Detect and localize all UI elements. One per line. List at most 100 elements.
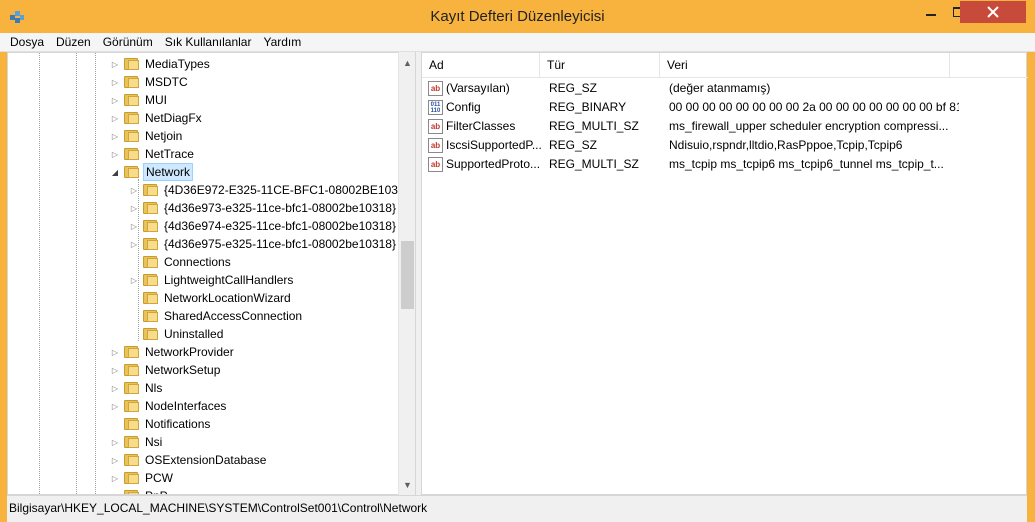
tree-scrollbar[interactable]: ▲ ▼ — [398, 52, 415, 495]
expand-arrow-icon[interactable]: ▷ — [109, 55, 121, 73]
tree-item[interactable]: ▷ NodeInterfaces — [109, 397, 228, 415]
value-data: 00 00 00 00 00 00 00 00 2a 00 00 00 00 0… — [669, 100, 959, 114]
expand-arrow-icon[interactable]: ▷ — [109, 397, 121, 415]
list-item[interactable]: 011 110 Config REG_BINARY 00 00 00 00 00 00 … — [422, 98, 1028, 117]
tree-item[interactable]: ▷ {4d36e975-e325-11ce-bfc1-08002be10318} — [128, 235, 398, 253]
expand-arrow-icon[interactable]: ▷ — [109, 91, 121, 109]
expand-arrow-icon[interactable]: ▷ — [109, 343, 121, 361]
expand-arrow-icon[interactable]: ▷ — [109, 469, 121, 487]
tree-item[interactable]: ◢ Network — [109, 163, 194, 181]
string-value-icon: ab — [428, 119, 443, 134]
tree-item[interactable]: ▷ NetDiagFx — [109, 109, 204, 127]
tree-item[interactable]: ▷ LightweightCallHandlers — [128, 271, 295, 289]
list-item[interactable]: ab FilterClasses REG_MULTI_SZ ms_firewall_u… — [422, 117, 1028, 136]
tree-item-label: Nsi — [145, 435, 163, 449]
expand-arrow-icon[interactable]: ▷ — [109, 127, 121, 145]
tree-item-label: OSExtensionDatabase — [145, 453, 267, 467]
expand-arrow-icon[interactable]: ▷ — [109, 145, 121, 163]
expand-arrow-icon[interactable]: ▷ — [128, 217, 140, 235]
tree-item[interactable]: ▷ Netjoin — [109, 127, 184, 145]
tree-item[interactable]: ▷ PCW — [109, 469, 175, 487]
column-header-type[interactable]: Tür — [540, 53, 660, 78]
value-name: IscsiSupportedP... — [446, 138, 542, 152]
list-item[interactable]: ab SupportedProto... REG_MULTI_SZ ms_tcpip … — [422, 155, 1028, 174]
string-value-icon: ab — [428, 157, 443, 172]
folder-icon — [124, 57, 140, 71]
expand-arrow-icon[interactable]: ▷ — [128, 181, 140, 199]
tree-item[interactable]: Uninstalled — [128, 325, 225, 343]
expand-arrow-icon[interactable]: ▷ — [109, 451, 121, 469]
folder-icon — [143, 219, 159, 233]
folder-icon — [143, 255, 159, 269]
expander-placeholder — [109, 415, 121, 433]
expand-arrow-icon[interactable]: ▷ — [128, 271, 140, 289]
tree-item-label: PCW — [145, 471, 173, 485]
tree-item[interactable]: Notifications — [109, 415, 212, 433]
column-header-data[interactable]: Veri — [660, 53, 950, 78]
close-button[interactable] — [960, 1, 1026, 23]
value-name: (Varsayılan) — [446, 81, 510, 95]
tree-item[interactable]: ▷ MUI — [109, 91, 169, 109]
tree-item-label: SharedAccessConnection — [164, 309, 303, 323]
tree-item[interactable]: ▷ MSDTC — [109, 73, 190, 91]
folder-icon — [124, 129, 140, 143]
expand-arrow-icon[interactable]: ▷ — [109, 433, 121, 451]
scrollbar-thumb[interactable] — [401, 241, 414, 309]
expand-arrow-icon[interactable]: ▷ — [109, 73, 121, 91]
value-type: REG_SZ — [549, 138, 598, 152]
folder-icon — [124, 111, 140, 125]
column-header-name[interactable]: Ad — [422, 53, 540, 78]
tree-item[interactable]: ▷ Nsi — [109, 433, 164, 451]
value-data: ms_tcpip ms_tcpip6 ms_tcpip6_tunnel ms_t… — [669, 157, 944, 171]
registry-key-tree[interactable]: ▷ MediaTypes ▷ MSDTC ▷ MUI ▷ NetDiagFx ▷ Netjoin ▷… — [7, 52, 416, 495]
tree-guide-line — [39, 53, 40, 494]
registry-values-list[interactable]: Ad Tür Veri ab (Varsayılan) REG_SZ (değer a… — [421, 52, 1028, 495]
folder-icon — [143, 201, 159, 215]
folder-icon — [143, 183, 159, 197]
list-item[interactable]: ab IscsiSupportedP... REG_SZ Ndisuio,rspndr… — [422, 136, 1028, 155]
tree-item[interactable]: Connections — [128, 253, 233, 271]
folder-icon — [143, 291, 159, 305]
tree-item[interactable]: ▷ NetworkProvider — [109, 343, 236, 361]
menu-favorites[interactable]: Sık Kullanılanlar — [159, 33, 258, 51]
tree-item[interactable]: ▷ {4d36e973-e325-11ce-bfc1-08002be10318} — [128, 199, 398, 217]
folder-icon — [124, 93, 140, 107]
tree-item-label: Connections — [164, 255, 231, 269]
scroll-down-arrow-icon[interactable]: ▼ — [399, 476, 416, 493]
expand-arrow-icon[interactable]: ▷ — [128, 235, 140, 253]
tree-item[interactable]: NetworkLocationWizard — [128, 289, 293, 307]
tree-item[interactable]: ▷ NetworkSetup — [109, 361, 222, 379]
tree-item[interactable]: ▷ {4D36E972-E325-11CE-BFC1-08002BE10318} — [128, 181, 415, 199]
tree-item-label: NodeInterfaces — [145, 399, 227, 413]
tree-item[interactable]: ▷ MediaTypes — [109, 55, 212, 73]
tree-item-label: {4d36e975-e325-11ce-bfc1-08002be10318} — [164, 237, 396, 251]
folder-icon — [143, 327, 159, 341]
title-bar: Kayıt Defteri Düzenleyicisi — [0, 0, 1035, 33]
binary-value-icon: 011 110 — [428, 100, 443, 115]
scroll-up-arrow-icon[interactable]: ▲ — [399, 54, 416, 71]
tree-item-label: NetworkSetup — [145, 363, 221, 377]
tree-item[interactable]: ▷ PnP — [109, 487, 170, 495]
list-item[interactable]: ab (Varsayılan) REG_SZ (değer atanmamış) — [422, 79, 1028, 98]
tree-item[interactable]: SharedAccessConnection — [128, 307, 304, 325]
value-data: Ndisuio,rspndr,lltdio,RasPppoe,Tcpip,Tcp… — [669, 138, 903, 152]
menu-edit[interactable]: Düzen — [50, 33, 97, 51]
expand-arrow-icon[interactable]: ▷ — [109, 379, 121, 397]
tree-item[interactable]: ▷ NetTrace — [109, 145, 196, 163]
menu-file[interactable]: Dosya — [4, 33, 50, 51]
minimize-button[interactable] — [916, 1, 946, 23]
tree-item[interactable]: ▷ OSExtensionDatabase — [109, 451, 268, 469]
menu-help[interactable]: Yardım — [257, 33, 307, 51]
expand-arrow-icon[interactable]: ▷ — [109, 487, 121, 495]
expand-arrow-icon[interactable]: ▷ — [109, 361, 121, 379]
tree-item[interactable]: ▷ Nls — [109, 379, 164, 397]
folder-icon — [124, 435, 140, 449]
collapse-arrow-icon[interactable]: ◢ — [109, 163, 121, 181]
tree-item[interactable]: ▷ {4d36e974-e325-11ce-bfc1-08002be10318} — [128, 217, 398, 235]
folder-icon — [124, 345, 140, 359]
window-frame-right — [1027, 52, 1035, 522]
menu-view[interactable]: Görünüm — [97, 33, 159, 51]
expand-arrow-icon[interactable]: ▷ — [128, 199, 140, 217]
expand-arrow-icon[interactable]: ▷ — [109, 109, 121, 127]
window-frame-left — [0, 52, 7, 522]
